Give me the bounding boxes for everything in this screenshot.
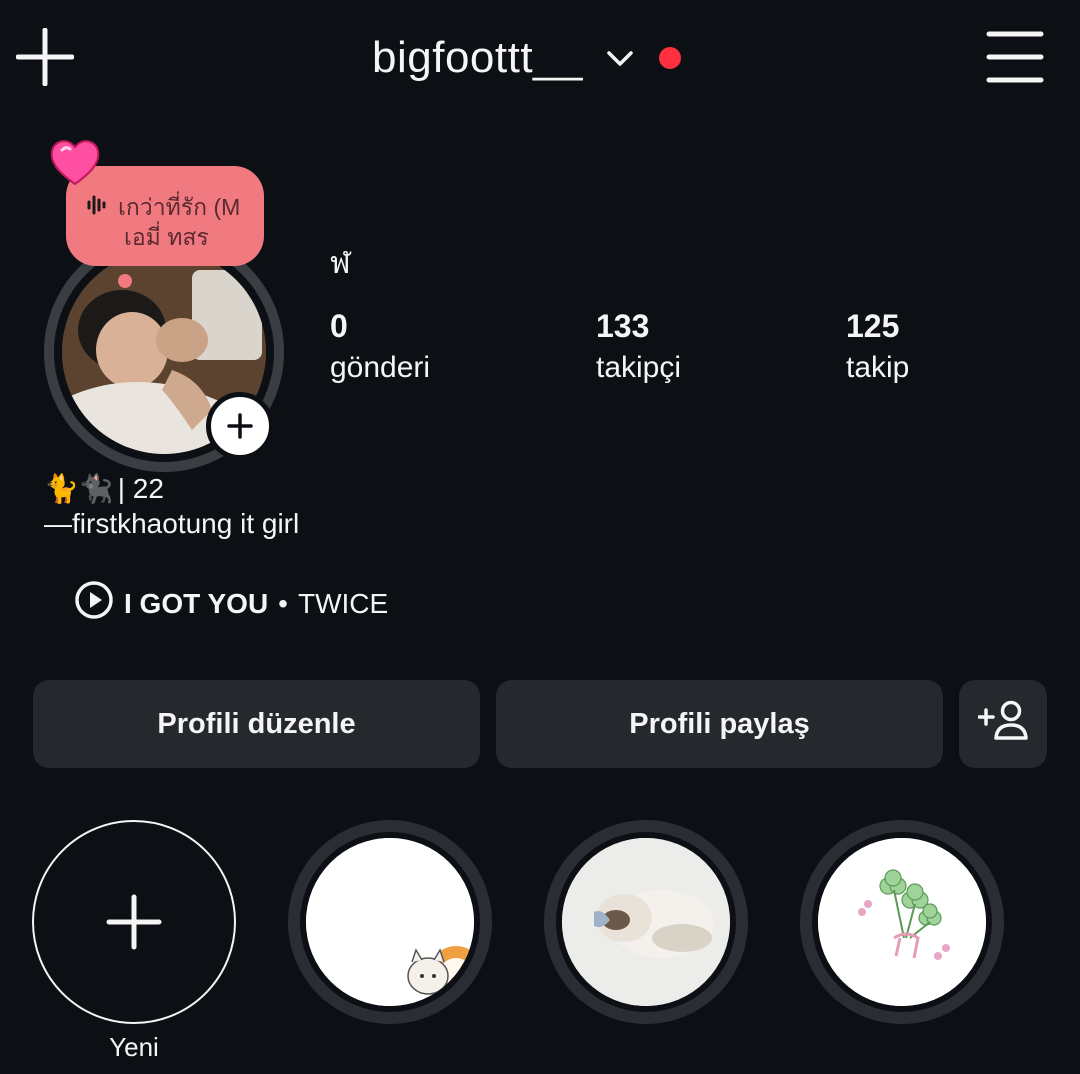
- new-highlight-button[interactable]: [32, 820, 236, 1024]
- create-plus-icon[interactable]: [15, 27, 75, 87]
- highlight-3[interactable]: [800, 820, 1004, 1024]
- edit-profile-button[interactable]: Profili düzenle: [33, 680, 480, 768]
- add-person-icon: [977, 698, 1028, 750]
- profile-name: ฬ: [330, 247, 351, 280]
- audio-wave-icon: [86, 193, 108, 223]
- share-profile-button[interactable]: Profili paylaş: [496, 680, 943, 768]
- stat-following[interactable]: 125 takip: [846, 308, 909, 385]
- notification-dot: [659, 47, 681, 69]
- account-switcher[interactable]: bigfoottt__: [372, 30, 681, 86]
- plus-icon: [106, 894, 162, 950]
- heart-icon: [48, 136, 102, 188]
- play-circle-icon: [74, 580, 114, 627]
- bio-age: | 22: [117, 472, 164, 504]
- chevron-down-icon: [605, 43, 635, 73]
- highlight-1[interactable]: [288, 820, 492, 1024]
- add-story-button[interactable]: [206, 392, 274, 460]
- highlight-sleeping-cat-image: [562, 838, 730, 1006]
- stat-followers[interactable]: 133 takipçi: [596, 308, 681, 385]
- highlight-cat-image: [306, 838, 474, 1006]
- new-highlight-label: Yeni: [109, 1032, 159, 1062]
- note-tail-dot: [118, 274, 132, 288]
- username: bigfoottt__: [372, 33, 583, 82]
- highlight-2[interactable]: [544, 820, 748, 1024]
- bio-line-1: 🐈🐈‍⬛ | 22: [44, 472, 164, 505]
- stat-posts[interactable]: 0 gönderi: [330, 308, 430, 385]
- music-title: I GOT YOU: [124, 587, 269, 619]
- music-artist: TWICE: [297, 587, 389, 619]
- note-artist: เอมี่ ทสร: [124, 224, 209, 250]
- bio-line-2: —firstkhaotung it girl: [44, 508, 300, 539]
- profile-music[interactable]: I GOT YOU • TWICE: [74, 580, 388, 627]
- discover-people-button[interactable]: [959, 680, 1047, 768]
- cat-emoji: 🐈🐈‍⬛: [44, 473, 114, 504]
- hamburger-menu-icon[interactable]: [986, 28, 1044, 86]
- highlight-clover-image: [818, 838, 986, 1006]
- music-separator: •: [278, 587, 288, 619]
